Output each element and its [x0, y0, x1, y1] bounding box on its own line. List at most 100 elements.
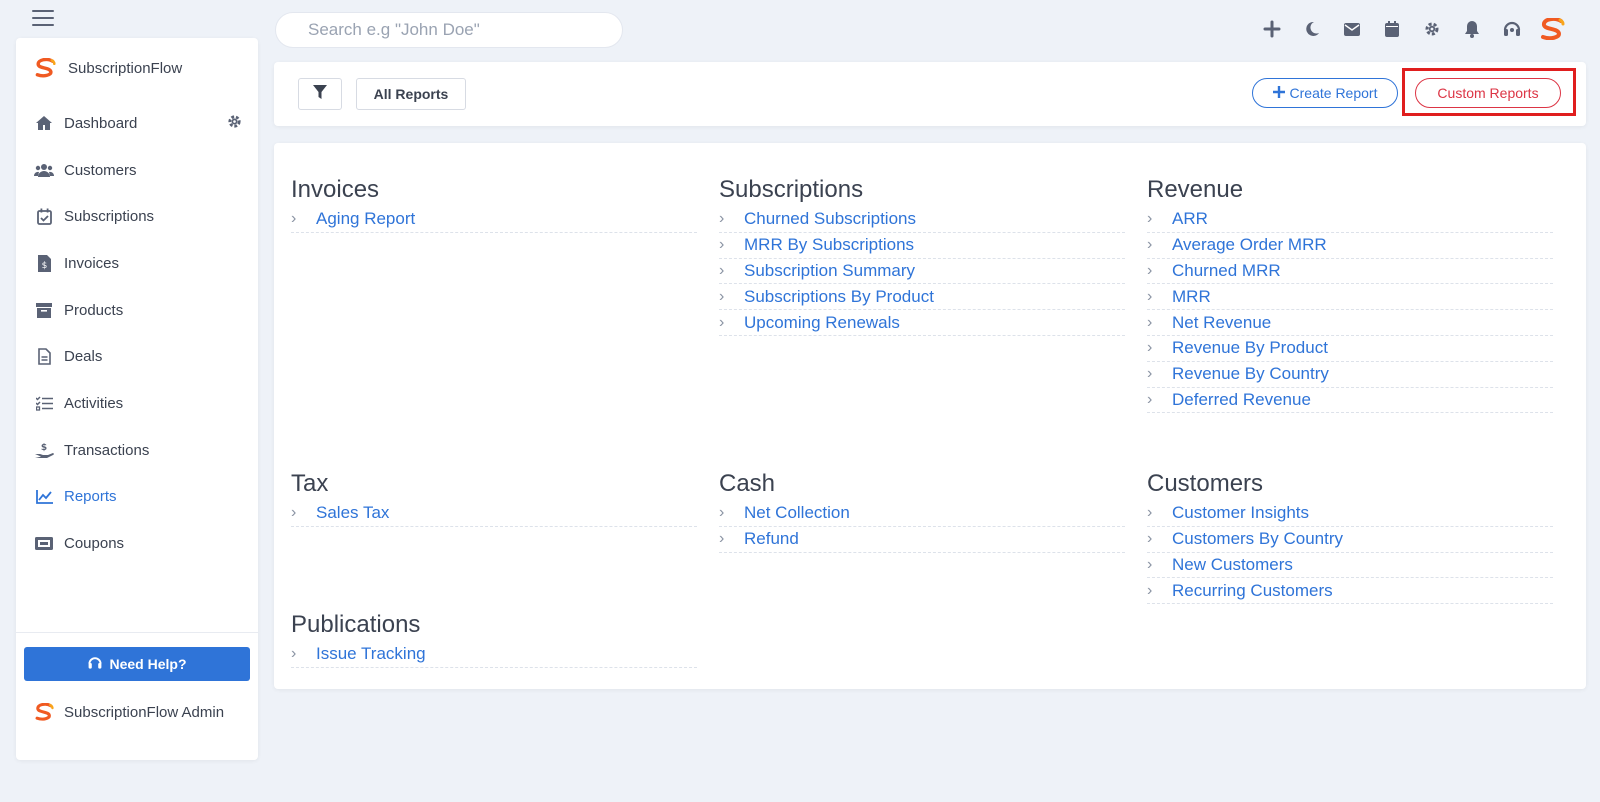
chevron-right-icon: ›	[719, 530, 725, 548]
report-link[interactable]: › Churned MRR	[1147, 259, 1553, 285]
report-link[interactable]: › Churned Subscriptions	[719, 207, 1125, 233]
report-link-label: Net Collection	[744, 503, 850, 523]
report-link[interactable]: › Upcoming Renewals	[719, 310, 1125, 336]
chevron-right-icon: ›	[1147, 581, 1153, 599]
gear-icon[interactable]	[1412, 16, 1452, 42]
chevron-right-icon: ›	[719, 210, 725, 228]
filter-button[interactable]	[298, 78, 342, 110]
need-help-button[interactable]: Need Help?	[24, 647, 250, 681]
sidebar-item-products[interactable]: Products	[32, 287, 242, 334]
report-link[interactable]: › Customers By Country	[1147, 527, 1553, 553]
report-link[interactable]: › Net Revenue	[1147, 310, 1553, 336]
report-link[interactable]: › New Customers	[1147, 553, 1553, 579]
report-link[interactable]: › Deferred Revenue	[1147, 388, 1553, 414]
search-input[interactable]: Search e.g "John Doe"	[275, 12, 623, 48]
report-link[interactable]: › MRR By Subscriptions	[719, 233, 1125, 259]
brand-name: SubscriptionFlow	[68, 59, 183, 77]
sidebar-item-customers[interactable]: Customers	[32, 147, 242, 194]
top-toolbar	[1252, 16, 1572, 42]
report-link[interactable]: › Revenue By Product	[1147, 336, 1553, 362]
report-link-label: Upcoming Renewals	[744, 312, 900, 332]
sidebar-item-label: Activities	[64, 394, 124, 412]
chevron-right-icon: ›	[1147, 504, 1153, 522]
section-title: Invoices	[291, 176, 380, 203]
section-revenue: Revenue › ARR › Average Order MRR › Churned…	[1147, 173, 1553, 414]
svg-text:$: $	[41, 261, 47, 271]
report-link[interactable]: › Revenue By Country	[1147, 362, 1553, 388]
report-link[interactable]: › Subscriptions By Product	[719, 284, 1125, 311]
sidebar-item-transactions[interactable]: $ Transactions	[32, 427, 242, 474]
chevron-right-icon: ›	[291, 504, 297, 522]
dashboard-settings-gear-icon[interactable]	[227, 114, 242, 133]
calendar-icon[interactable]	[1372, 16, 1412, 42]
section-title: Subscriptions	[719, 176, 864, 203]
report-link-label: Aging Report	[316, 209, 416, 229]
report-link-label: Customer Insights	[1172, 503, 1309, 523]
report-link[interactable]: › Issue Tracking	[291, 642, 697, 668]
chevron-right-icon: ›	[719, 313, 725, 331]
report-link[interactable]: › ARR	[1147, 207, 1553, 233]
report-link-label: Sales Tax	[316, 503, 390, 523]
create-report-button[interactable]: Create Report	[1252, 78, 1398, 108]
all-reports-button[interactable]: All Reports	[356, 78, 466, 110]
chart-line-icon	[32, 488, 56, 506]
admin-name: SubscriptionFlow Admin	[64, 703, 225, 721]
users-icon	[32, 161, 56, 179]
report-link-label: ARR	[1172, 209, 1208, 229]
reports-content: Invoices › Aging Report Subscriptions › Ch…	[274, 143, 1586, 689]
chevron-right-icon: ›	[719, 261, 725, 279]
sidebar-item-activities[interactable]: Activities	[32, 380, 242, 427]
sidebar-item-label: Transactions	[64, 441, 150, 459]
report-link[interactable]: › Refund	[719, 527, 1125, 553]
report-link-label: Subscription Summary	[744, 260, 916, 280]
sidebar-item-label: Deals	[64, 348, 103, 366]
sidebar-item-label: Dashboard	[64, 114, 138, 132]
sidebar-item-deals[interactable]: Deals	[32, 333, 242, 380]
report-link[interactable]: › Subscription Summary	[719, 259, 1125, 285]
moon-icon[interactable]	[1292, 16, 1332, 42]
bell-icon[interactable]	[1452, 16, 1492, 42]
report-link[interactable]: › MRR	[1147, 284, 1553, 311]
chevron-right-icon: ›	[1147, 339, 1153, 357]
report-link[interactable]: › Recurring Customers	[1147, 578, 1553, 605]
chevron-right-icon: ›	[291, 210, 297, 228]
custom-reports-button[interactable]: Custom Reports	[1415, 78, 1561, 108]
chevron-right-icon: ›	[719, 236, 725, 254]
report-link-label: Revenue By Country	[1172, 364, 1329, 384]
sidebar-item-coupons[interactable]: Coupons	[32, 520, 242, 567]
sidebar-item-reports[interactable]: Reports	[32, 474, 242, 521]
report-link-label: MRR	[1172, 286, 1211, 306]
admin-account[interactable]: SubscriptionFlow Admin	[34, 703, 224, 721]
report-link[interactable]: › Average Order MRR	[1147, 233, 1553, 259]
report-link[interactable]: › Sales Tax	[291, 501, 697, 527]
sidebar-item-label: Customers	[64, 161, 137, 179]
brand-logo	[35, 703, 54, 721]
brand-logo[interactable]	[1532, 16, 1572, 42]
filter-icon	[313, 84, 327, 104]
ticket-icon	[32, 535, 56, 553]
plus-icon[interactable]	[1252, 16, 1292, 42]
calendar-check-icon	[32, 208, 56, 226]
report-link-label: Churned Subscriptions	[744, 209, 916, 229]
headset-icon[interactable]	[1492, 16, 1532, 42]
plus-icon	[1272, 85, 1285, 101]
sidebar-item-label: Products	[64, 301, 124, 319]
report-link[interactable]: › Aging Report	[291, 207, 697, 233]
chevron-right-icon: ›	[1147, 555, 1153, 573]
sidebar-brand[interactable]: SubscriptionFlow	[34, 58, 182, 78]
sidebar-nav: Dashboard Customers Subscriptions $ Invo…	[32, 100, 242, 567]
sidebar-item-label: Subscriptions	[64, 208, 155, 226]
chevron-right-icon: ›	[1147, 210, 1153, 228]
sidebar-item-dashboard[interactable]: Dashboard	[32, 100, 242, 147]
hand-dollar-icon: $	[32, 441, 56, 459]
menu-toggle-icon[interactable]	[32, 10, 54, 26]
sidebar-item-subscriptions[interactable]: Subscriptions	[32, 193, 242, 240]
report-link[interactable]: › Net Collection	[719, 501, 1125, 527]
document-icon	[32, 348, 56, 366]
chevron-right-icon: ›	[1147, 236, 1153, 254]
chevron-right-icon: ›	[1147, 287, 1153, 305]
sidebar-item-invoices[interactable]: $ Invoices	[32, 240, 242, 287]
report-link[interactable]: › Customer Insights	[1147, 501, 1553, 527]
mail-icon[interactable]	[1332, 16, 1372, 42]
chevron-right-icon: ›	[291, 645, 297, 663]
